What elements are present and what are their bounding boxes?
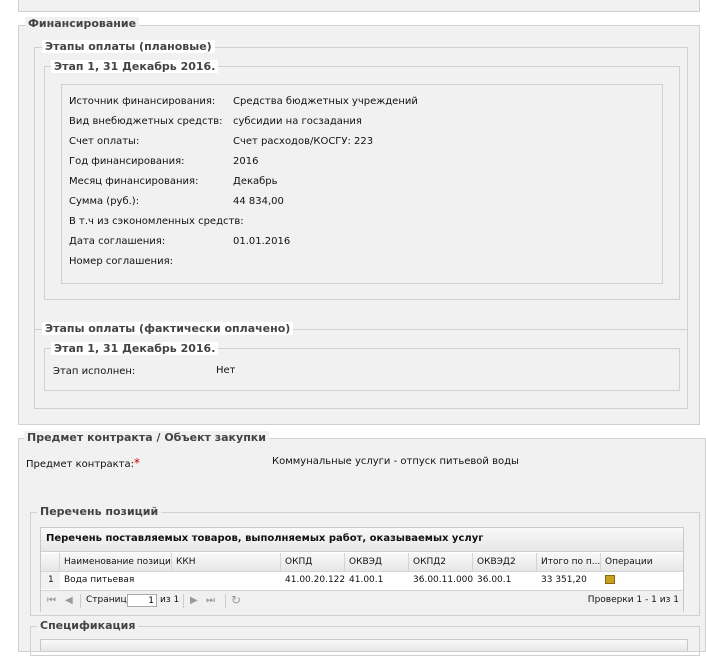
financing-month-label: Месяц финансирования:	[69, 176, 199, 187]
col-okved2[interactable]: ОКВЭД2	[473, 553, 537, 571]
cell-name: Вода питьевая	[64, 575, 135, 585]
col-okved[interactable]: ОКВЭД	[345, 553, 409, 571]
col-total[interactable]: Итого по п...	[537, 553, 601, 571]
prev-page-icon[interactable]: ◀	[65, 595, 73, 607]
table-row[interactable]: 1 Вода питьевая 41.00.20.122 41.00.1 36.…	[41, 572, 683, 589]
grid-header-row: Наименование позиции ККН ОКПД ОКВЭД ОКПД…	[41, 553, 683, 572]
positions-legend: Перечень позиций	[37, 505, 162, 518]
row-number: 1	[41, 572, 60, 589]
agreement-number-label: Номер соглашения:	[69, 256, 173, 267]
financing-month-value: Декабрь	[233, 176, 278, 187]
planned-stage-legend: Этап 1, 31 Декабрь 2016.	[51, 60, 219, 73]
planned-stages-legend: Этапы оплаты (плановые)	[42, 40, 215, 53]
payment-account-value: Счет расходов/КОСГУ: 223	[233, 136, 374, 147]
pager-separator	[80, 594, 81, 608]
page-input[interactable]	[127, 594, 157, 607]
financing-year-value: 2016	[233, 156, 259, 167]
financing-legend: Финансирование	[25, 17, 140, 30]
page-label: Страница	[86, 595, 133, 605]
cell-okpd: 41.00.20.122	[285, 575, 345, 585]
grid-pager: ⏮ ◀ Страница из 1 ▶ ⏭ ↻ Проверки 1 - 1 и…	[41, 590, 683, 612]
cell-total: 33 351,20	[541, 575, 587, 585]
actual-stage-legend: Этап 1, 31 Декабрь 2016.	[51, 342, 219, 355]
stage-executed-value: Нет	[216, 365, 236, 376]
specification-legend: Спецификация	[37, 619, 139, 632]
cell-operations	[601, 572, 683, 589]
pager-separator-2	[183, 594, 184, 608]
col-okpd2[interactable]: ОКПД2	[409, 553, 473, 571]
contract-subject-legend: Предмет контракта / Объект закупки	[24, 431, 269, 444]
contract-subject-value: Коммунальные услуги - отпуск питьевой во…	[272, 456, 519, 467]
cell-okved2: 36.00.1	[477, 575, 512, 585]
financing-source-value: Средства бюджетных учреждений	[233, 96, 418, 107]
stage-executed-label: Этап исполнен:	[53, 366, 136, 377]
col-rownum	[41, 553, 60, 571]
agreement-date-value: 01.01.2016	[233, 236, 291, 247]
agreement-date-label: Дата соглашения:	[69, 236, 166, 247]
refresh-icon[interactable]: ↻	[231, 594, 241, 606]
next-page-icon[interactable]: ▶	[190, 595, 198, 607]
col-kkn[interactable]: ККН	[172, 553, 281, 571]
cell-okved: 41.00.1	[349, 575, 384, 585]
col-okpd[interactable]: ОКПД	[281, 553, 345, 571]
contract-subject-label: Предмет контракта:*	[26, 456, 140, 470]
page-of-label: из 1	[160, 595, 180, 605]
saved-funds-label: В т.ч из сэкономленных средств:	[69, 216, 244, 227]
required-mark: *	[134, 456, 140, 470]
col-operations[interactable]: Операции	[601, 553, 683, 571]
top-panel-remnant	[18, 0, 700, 12]
offbudget-type-label: Вид внебюджетных средств:	[69, 116, 223, 127]
offbudget-type-value: субсидии на госзадания	[233, 116, 362, 127]
contract-subject-label-text: Предмет контракта:	[26, 459, 134, 470]
pager-summary: Проверки 1 - 1 из 1	[587, 595, 679, 605]
amount-label: Сумма (руб.):	[69, 196, 140, 207]
col-name[interactable]: Наименование позиции	[60, 553, 172, 571]
specification-grid-top	[40, 639, 688, 651]
financing-year-label: Год финансирования:	[69, 156, 185, 167]
positions-grid-title: Перечень поставляемых товаров, выполняем…	[46, 533, 484, 544]
amount-value: 44 834,00	[233, 196, 284, 207]
payment-account-label: Счет оплаты:	[69, 136, 140, 147]
first-page-icon[interactable]: ⏮	[47, 595, 56, 607]
cell-kkn	[172, 572, 281, 589]
positions-grid-title-bar: Перечень поставляемых товаров, выполняем…	[41, 528, 683, 552]
positions-grid: Перечень поставляемых товаров, выполняем…	[40, 527, 684, 612]
operations-menu-icon[interactable]	[605, 575, 615, 584]
financing-source-label: Источник финансирования:	[69, 96, 216, 107]
cell-okpd2: 36.00.11.000	[413, 575, 473, 585]
pager-separator-3	[225, 594, 226, 608]
actual-stages-legend: Этапы оплаты (фактически оплачено)	[42, 322, 294, 335]
last-page-icon[interactable]: ⏭	[206, 595, 215, 607]
